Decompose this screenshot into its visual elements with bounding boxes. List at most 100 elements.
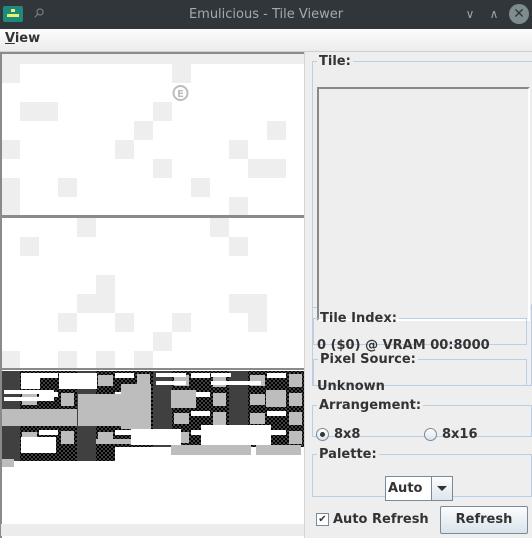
tile[interactable] bbox=[229, 54, 248, 64]
tile-canvas[interactable]: E bbox=[1, 54, 304, 524]
tile[interactable] bbox=[20, 102, 39, 121]
radio-8x16[interactable]: 8x16 bbox=[424, 427, 478, 442]
tile[interactable] bbox=[77, 218, 96, 237]
tile-detail[interactable] bbox=[171, 445, 251, 455]
tile-detail[interactable] bbox=[191, 411, 210, 416]
tile-detail[interactable] bbox=[171, 390, 196, 408]
tile[interactable] bbox=[153, 409, 172, 428]
tile[interactable] bbox=[229, 237, 248, 256]
tile-detail[interactable] bbox=[256, 445, 301, 455]
tile-detail[interactable] bbox=[2, 409, 77, 426]
tile[interactable] bbox=[210, 54, 229, 64]
tile[interactable] bbox=[1, 178, 20, 197]
tile[interactable] bbox=[1, 64, 20, 83]
tile[interactable] bbox=[1, 197, 20, 216]
tile-detail[interactable] bbox=[213, 412, 226, 425]
tile-detail[interactable] bbox=[250, 413, 265, 424]
tile[interactable] bbox=[96, 294, 115, 313]
close-button[interactable]: ✕ bbox=[509, 4, 529, 24]
tile[interactable] bbox=[115, 54, 134, 64]
tile-detail[interactable] bbox=[156, 381, 186, 385]
tile[interactable] bbox=[58, 313, 77, 332]
tile-detail[interactable] bbox=[59, 373, 78, 389]
minimize-button[interactable]: ∨ bbox=[460, 4, 480, 24]
tile[interactable] bbox=[20, 54, 39, 64]
tile[interactable] bbox=[134, 121, 153, 140]
tile[interactable] bbox=[153, 102, 172, 121]
tile[interactable] bbox=[191, 178, 210, 197]
tile[interactable] bbox=[58, 447, 77, 461]
tile[interactable] bbox=[210, 218, 229, 237]
tile-detail[interactable] bbox=[213, 393, 226, 406]
tile-detail[interactable] bbox=[121, 384, 151, 429]
tile[interactable] bbox=[267, 159, 286, 178]
tile[interactable] bbox=[153, 54, 172, 64]
tile[interactable] bbox=[153, 332, 172, 351]
tile[interactable] bbox=[96, 351, 115, 370]
tile-detail[interactable] bbox=[21, 373, 40, 389]
tile[interactable] bbox=[229, 294, 248, 313]
tile[interactable] bbox=[39, 102, 58, 121]
tile[interactable] bbox=[115, 140, 134, 159]
tile[interactable] bbox=[191, 54, 210, 64]
tile[interactable] bbox=[1, 54, 20, 64]
region-divider[interactable] bbox=[1, 368, 304, 370]
tile-detail[interactable] bbox=[289, 412, 302, 425]
tile-detail[interactable] bbox=[289, 393, 302, 406]
tile[interactable] bbox=[77, 447, 96, 461]
maximize-button[interactable]: ∧ bbox=[484, 4, 504, 24]
tile-detail[interactable] bbox=[267, 411, 286, 416]
dropdown-arrow-icon[interactable] bbox=[431, 477, 452, 500]
radio-8x8[interactable]: 8x8 bbox=[316, 427, 360, 442]
tile-detail[interactable] bbox=[2, 459, 14, 467]
tile-detail[interactable] bbox=[250, 394, 265, 405]
tile[interactable] bbox=[1, 351, 20, 370]
tile[interactable] bbox=[248, 313, 267, 332]
tile-detail[interactable] bbox=[115, 373, 134, 378]
tile[interactable] bbox=[1, 371, 20, 390]
tile-detail[interactable] bbox=[96, 439, 131, 444]
tile[interactable] bbox=[58, 178, 77, 197]
tile-detail[interactable] bbox=[78, 373, 97, 389]
tile[interactable] bbox=[134, 54, 153, 64]
tile-detail[interactable] bbox=[21, 437, 56, 453]
tile[interactable] bbox=[58, 54, 77, 64]
tile-detail[interactable] bbox=[211, 373, 231, 377]
tile[interactable] bbox=[1, 428, 20, 447]
tile[interactable] bbox=[172, 54, 191, 64]
tile[interactable] bbox=[96, 447, 115, 461]
tile-detail[interactable] bbox=[289, 431, 302, 444]
tile[interactable] bbox=[39, 54, 58, 64]
tile-detail[interactable] bbox=[266, 390, 286, 407]
tile-detail[interactable] bbox=[201, 425, 271, 445]
tile[interactable] bbox=[172, 313, 191, 332]
tile[interactable] bbox=[115, 313, 134, 332]
tile[interactable] bbox=[248, 54, 267, 64]
tile[interactable] bbox=[229, 197, 248, 216]
tile[interactable] bbox=[134, 351, 153, 370]
tile[interactable] bbox=[20, 237, 39, 256]
menu-view[interactable]: View bbox=[5, 31, 40, 46]
tile[interactable] bbox=[77, 294, 96, 313]
tile[interactable] bbox=[172, 64, 191, 83]
palette-select[interactable]: Auto bbox=[385, 476, 453, 501]
tile-detail[interactable] bbox=[191, 373, 210, 378]
tile[interactable] bbox=[96, 54, 115, 64]
tile[interactable] bbox=[58, 351, 77, 370]
tile-detail[interactable] bbox=[39, 430, 58, 435]
tile[interactable] bbox=[229, 390, 248, 409]
tile-detail[interactable] bbox=[289, 374, 302, 387]
tile-detail[interactable] bbox=[4, 390, 54, 394]
tile-detail[interactable] bbox=[267, 373, 286, 378]
horizontal-scrollbar[interactable] bbox=[1, 524, 304, 536]
tile[interactable] bbox=[267, 121, 286, 140]
tile-detail[interactable] bbox=[156, 373, 186, 377]
tile[interactable] bbox=[153, 390, 172, 409]
tile[interactable] bbox=[229, 371, 248, 390]
region-divider[interactable] bbox=[1, 215, 304, 218]
tile-detail[interactable] bbox=[211, 381, 261, 385]
tile-detail[interactable] bbox=[174, 413, 189, 424]
refresh-button[interactable]: Refresh bbox=[440, 506, 528, 534]
tile[interactable] bbox=[286, 54, 304, 64]
tile[interactable] bbox=[267, 54, 286, 64]
